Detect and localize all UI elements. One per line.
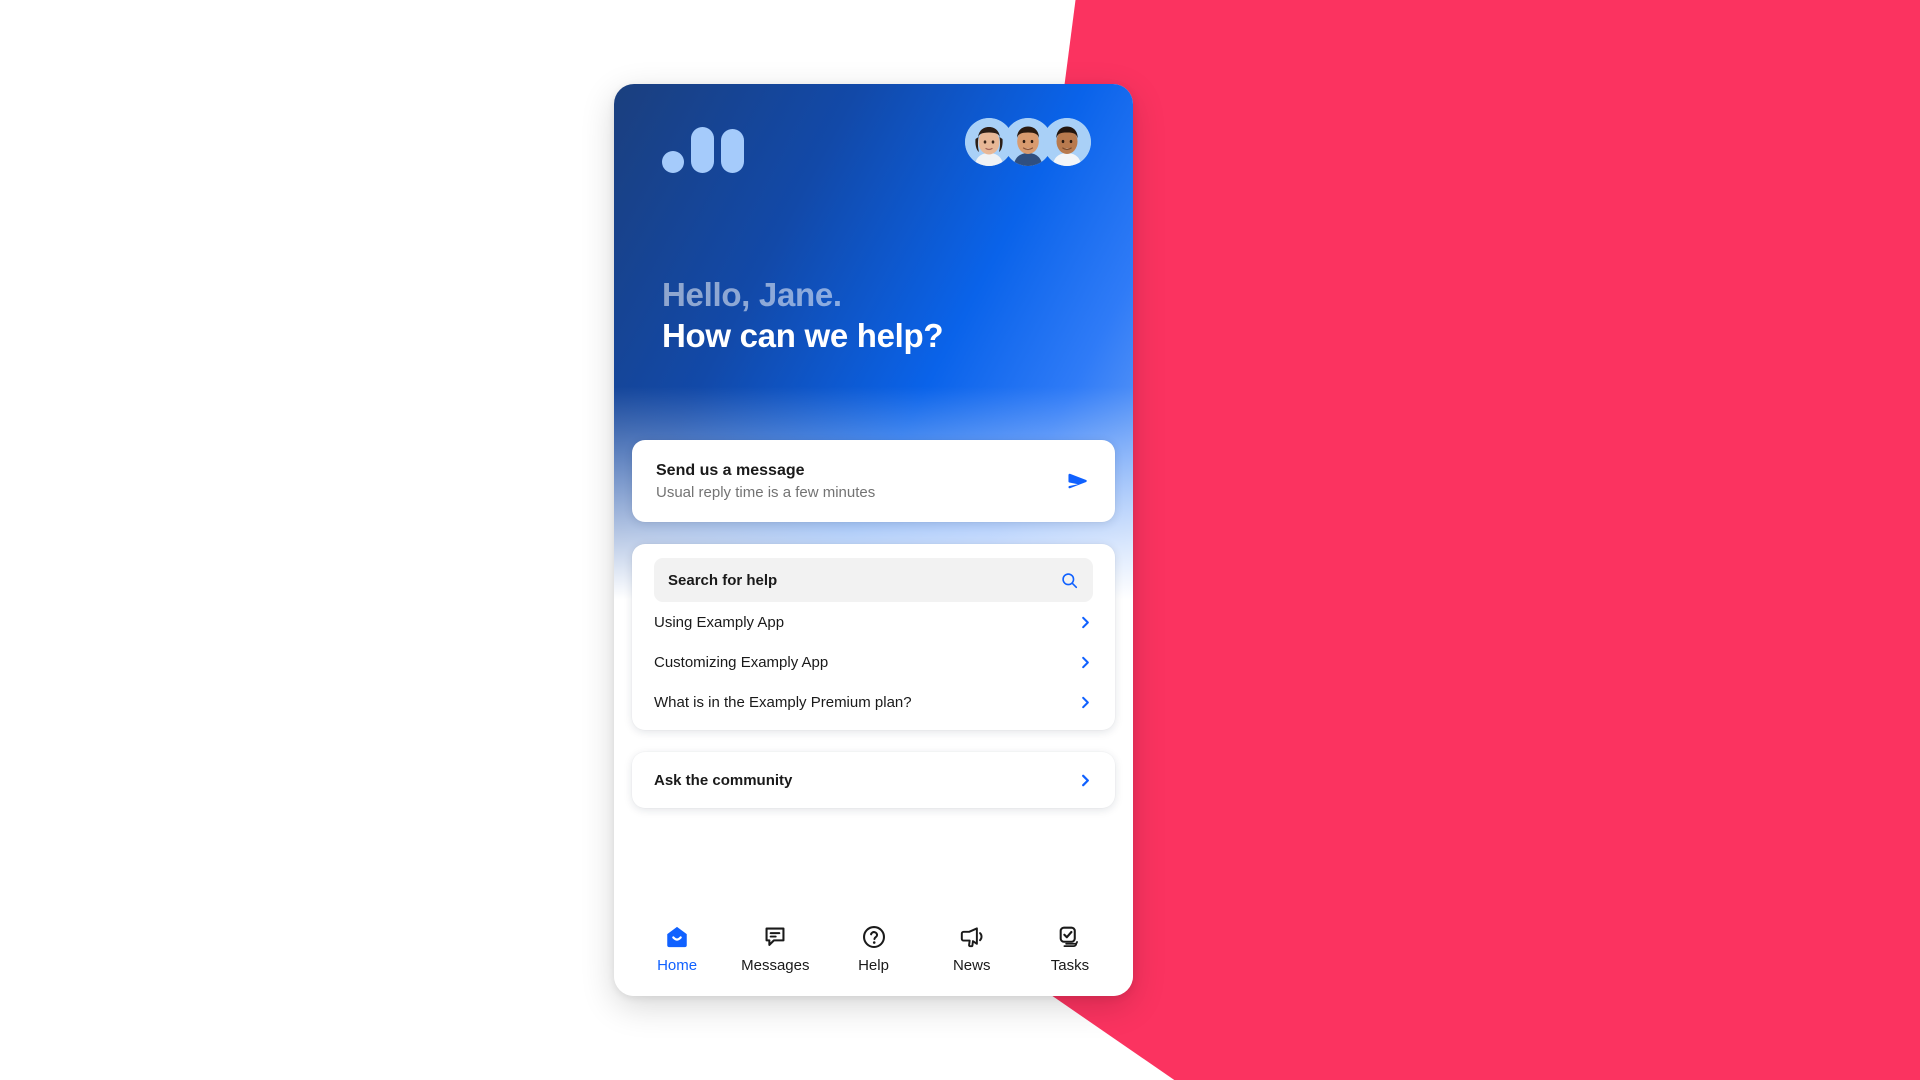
chevron-right-icon xyxy=(1078,615,1093,630)
question-circle-icon xyxy=(861,924,887,950)
logo-bar-dot xyxy=(662,151,684,173)
chevron-right-icon xyxy=(1078,773,1093,788)
megaphone-icon xyxy=(959,924,985,950)
help-article-label: Using Examply App xyxy=(654,613,785,631)
send-message-text: Send us a message Usual reply time is a … xyxy=(656,459,1065,504)
send-message-card[interactable]: Send us a message Usual reply time is a … xyxy=(632,440,1115,522)
help-article-item[interactable]: What is in the Examply Premium plan? xyxy=(654,682,1093,722)
greeting-block: Hello, Jane. How can we help? xyxy=(662,274,1082,357)
nav-label-messages: Messages xyxy=(741,957,810,974)
search-input[interactable]: Search for help xyxy=(654,558,1093,602)
nav-item-help[interactable]: Help xyxy=(824,924,922,974)
search-input-value: Search for help xyxy=(668,571,778,589)
team-avatar-group xyxy=(965,118,1091,166)
greeting-question: How can we help? xyxy=(662,317,944,355)
help-search-panel: Search for help Using Examply App Custom… xyxy=(632,544,1115,730)
chevron-right-icon xyxy=(1078,655,1093,670)
checkbox-stack-icon xyxy=(1057,924,1083,950)
logo-bar-mid xyxy=(691,127,714,173)
brand-logo-icon xyxy=(662,127,744,173)
ask-community-card[interactable]: Ask the community xyxy=(632,752,1115,808)
greeting-salutation: Hello, Jane. xyxy=(662,276,842,313)
speech-bubble-icon xyxy=(762,924,788,950)
bottom-navigation: Home Messages Help News Tasks xyxy=(614,912,1133,996)
send-message-title: Send us a message xyxy=(656,461,805,479)
help-article-label: What is in the Examply Premium plan? xyxy=(654,693,912,711)
nav-label-help: Help xyxy=(858,957,889,974)
nav-item-news[interactable]: News xyxy=(923,924,1021,974)
nav-item-messages[interactable]: Messages xyxy=(726,924,824,974)
help-article-label: Customizing Examply App xyxy=(654,653,829,671)
help-article-item[interactable]: Using Examply App xyxy=(654,602,1093,642)
nav-label-home: Home xyxy=(657,957,698,974)
nav-item-home[interactable]: Home xyxy=(628,924,726,974)
search-icon[interactable] xyxy=(1060,571,1079,590)
messenger-widget: Hello, Jane. How can we help? Send us a … xyxy=(614,84,1133,996)
send-paper-plane-icon[interactable] xyxy=(1065,468,1091,494)
nav-item-tasks[interactable]: Tasks xyxy=(1021,924,1119,974)
help-article-item[interactable]: Customizing Examply App xyxy=(654,642,1093,682)
nav-label-tasks: Tasks xyxy=(1050,957,1090,974)
avatar-agent-3 xyxy=(1043,118,1091,166)
home-envelope-icon xyxy=(664,924,690,950)
chevron-right-icon xyxy=(1078,695,1093,710)
ask-community-label: Ask the community xyxy=(654,771,793,789)
logo-bar-tall xyxy=(721,129,744,173)
nav-label-news: News xyxy=(952,957,991,974)
send-message-subtitle: Usual reply time is a few minutes xyxy=(656,483,876,501)
